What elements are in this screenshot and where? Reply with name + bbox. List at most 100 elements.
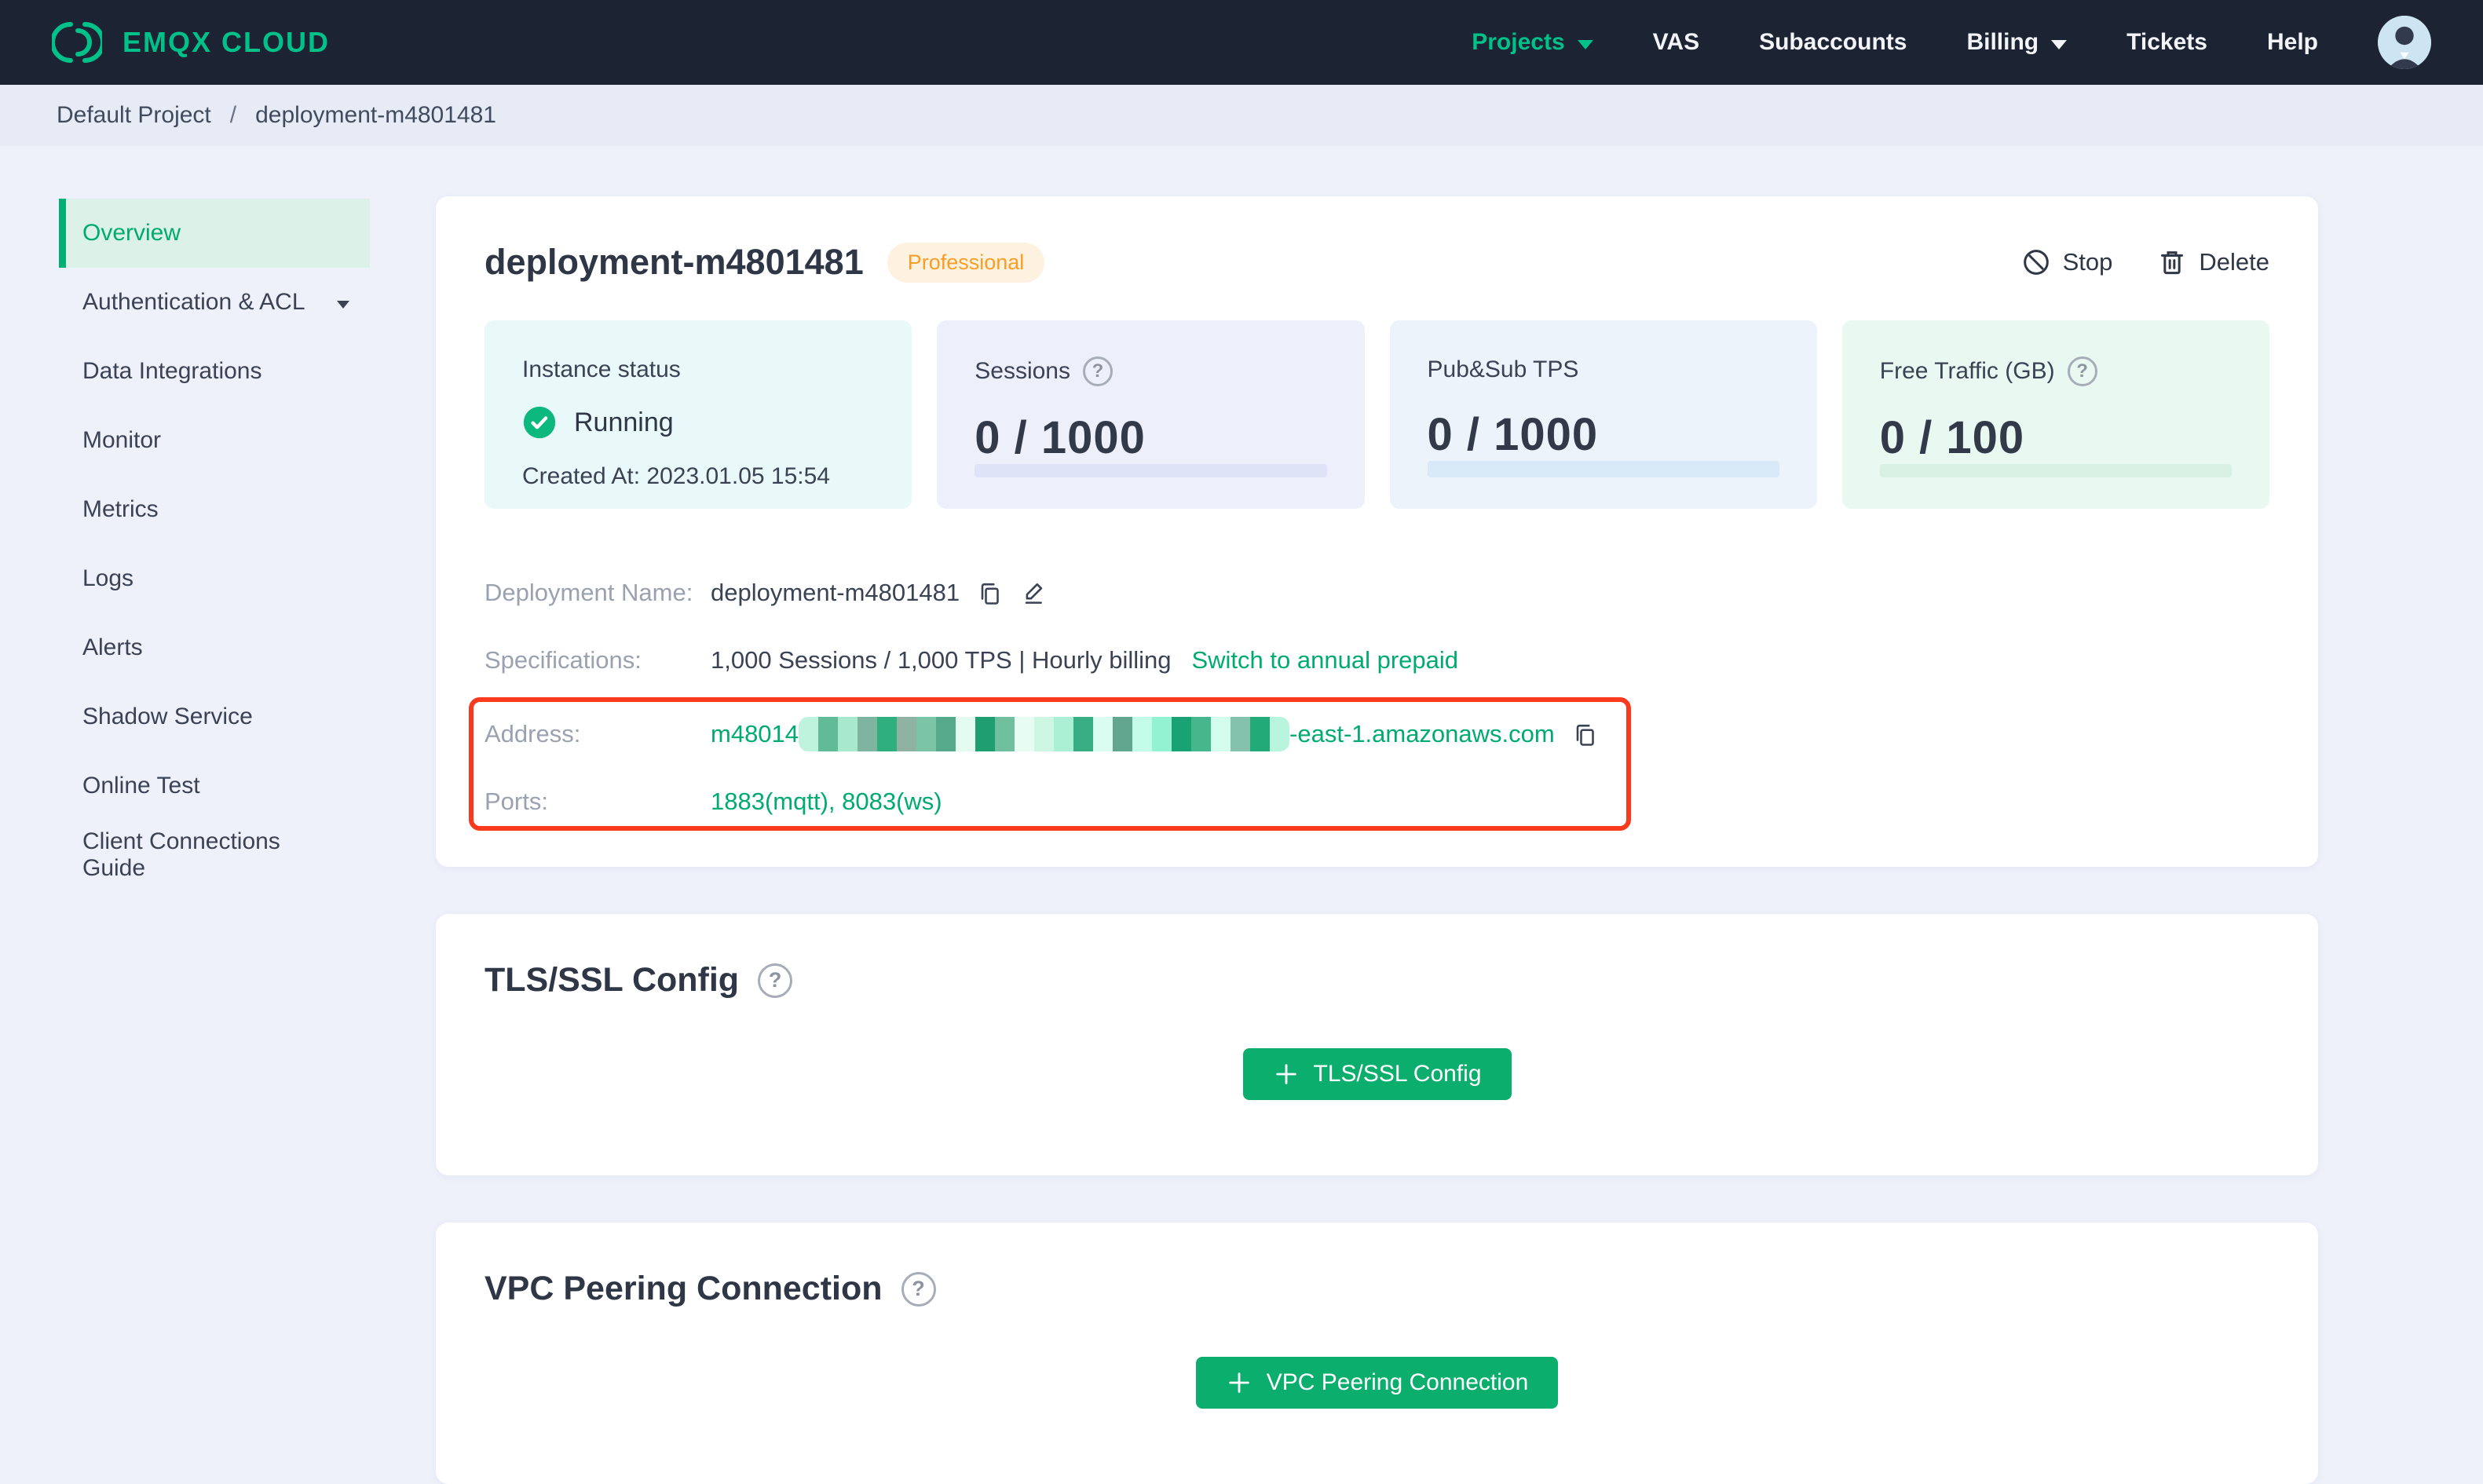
sidebar-item-data-integrations[interactable]: Data Integrations (59, 337, 370, 406)
sessions-progress-bar (975, 464, 1327, 477)
sidebar-item-label: Alerts (82, 634, 143, 660)
sidebar-item-authentication-acl[interactable]: Authentication & ACL (59, 268, 370, 337)
pubsub-tps-value: 0 / 1000 (1427, 409, 1599, 460)
help-icon[interactable]: ? (758, 963, 793, 998)
nav-item-label: Tickets (2126, 29, 2207, 55)
address-label: Address: (485, 720, 581, 747)
emqx-logo-icon (52, 17, 102, 68)
pubsub-tps-progress-bar (1427, 461, 1779, 477)
top-nav: EMQX CLOUD Projects VAS Subaccounts Bill… (0, 0, 2483, 85)
sidebar-item-label: Logs (82, 565, 134, 591)
specifications-value: 1,000 Sessions / 1,000 TPS | Hourly bill… (711, 646, 1172, 674)
nav-item-label: VAS (1652, 29, 1700, 55)
specifications-row: Specifications: 1,000 Sessions / 1,000 T… (485, 627, 2269, 694)
main-content: deployment-m4801481 Professional Stop De… (436, 146, 2483, 1484)
breadcrumb-current: deployment-m4801481 (255, 102, 496, 128)
instance-status-label: Instance status (522, 356, 681, 382)
button-label: TLS/SSL Config (1313, 1061, 1482, 1087)
instance-status-card: Instance status Running Created At: 2023… (485, 320, 912, 509)
deployment-overview-card: deployment-m4801481 Professional Stop De… (436, 196, 2318, 867)
address-row: Address: m48014 -east-1.amazonaws.com (485, 700, 2269, 768)
sidebar-item-label: Shadow Service (82, 704, 253, 729)
sidebar-item-logs[interactable]: Logs (59, 544, 370, 613)
plus-icon (1273, 1061, 1300, 1087)
nav-item-projects[interactable]: Projects (1472, 29, 1593, 56)
pubsub-tps-card: Pub&Sub TPS 0 / 1000 (1389, 320, 1817, 509)
nav-item-label: Help (2266, 29, 2318, 55)
sidebar-item-label: Metrics (82, 496, 159, 522)
sidebar-item-shadow-service[interactable]: Shadow Service (59, 682, 370, 751)
address-suffix: -east-1.amazonaws.com (1289, 720, 1555, 747)
sidebar-item-label: Overview (82, 220, 181, 246)
breadcrumb: Default Project / deployment-m4801481 (0, 85, 2483, 146)
pubsub-tps-label: Pub&Sub TPS (1427, 356, 1579, 382)
switch-annual-prepaid-link[interactable]: Switch to annual prepaid (1191, 646, 1458, 674)
delete-button[interactable]: Delete (2156, 247, 2269, 278)
tls-ssl-heading: TLS/SSL Config (485, 961, 740, 999)
sessions-value: 0 / 1000 (975, 412, 1146, 463)
nav-item-label: Projects (1472, 29, 1565, 55)
copy-icon[interactable] (1571, 720, 1599, 748)
address-prefix: m48014 (711, 720, 799, 747)
trash-icon (2156, 247, 2188, 278)
help-icon[interactable]: ? (2067, 356, 2097, 386)
copy-icon[interactable] (975, 579, 1004, 607)
ports-value: 1883(mqtt), 8083(ws) (711, 788, 942, 815)
chevron-down-icon (337, 301, 349, 309)
deployment-title: deployment-m4801481 (485, 242, 864, 282)
instance-status-value: Running (574, 407, 674, 437)
nav-item-label: Billing (1966, 29, 2039, 55)
edit-icon[interactable] (1019, 579, 1048, 607)
deployment-name-value: deployment-m4801481 (711, 579, 960, 606)
vpc-peering-heading: VPC Peering Connection (485, 1270, 883, 1307)
sidebar-item-label: Online Test (82, 773, 200, 799)
breadcrumb-project[interactable]: Default Project (57, 102, 211, 129)
nav-item-label: Subaccounts (1759, 29, 1907, 55)
chevron-down-icon (2051, 40, 2068, 49)
sidebar-item-alerts[interactable]: Alerts (59, 613, 370, 682)
ports-label: Ports: (485, 788, 548, 815)
sidebar-item-overview[interactable]: Overview (59, 199, 370, 268)
tls-ssl-card: TLS/SSL Config ? TLS/SSL Config (436, 914, 2318, 1175)
stop-icon (2020, 247, 2052, 278)
plan-badge: Professional (887, 242, 1045, 283)
brand-name: EMQX CLOUD (123, 26, 331, 58)
help-icon[interactable]: ? (1082, 356, 1113, 386)
free-traffic-value: 0 / 100 (1879, 412, 2025, 463)
free-traffic-progress-bar (1879, 464, 2232, 477)
delete-label: Delete (2199, 248, 2269, 276)
brand[interactable]: EMQX CLOUD (52, 17, 330, 68)
deployment-name-row: Deployment Name: deployment-m4801481 (485, 559, 2269, 627)
nav-item-tickets[interactable]: Tickets (2126, 29, 2207, 56)
sessions-card: Sessions ? 0 / 1000 (937, 320, 1365, 509)
avatar[interactable] (2378, 16, 2431, 69)
sidebar-item-monitor[interactable]: Monitor (59, 406, 370, 475)
sidebar-item-label: Client Connections Guide (82, 828, 280, 881)
deployment-name-label: Deployment Name: (485, 579, 693, 606)
ports-row: Ports: 1883(mqtt), 8083(ws) (485, 768, 2269, 835)
add-vpc-peering-connection-button[interactable]: VPC Peering Connection (1195, 1357, 1559, 1409)
nav-item-billing[interactable]: Billing (1966, 29, 2068, 56)
plus-icon (1226, 1369, 1252, 1396)
sidebar-item-metrics[interactable]: Metrics (59, 475, 370, 544)
nav-item-subaccounts[interactable]: Subaccounts (1759, 29, 1907, 56)
sidebar-item-client-connections-guide[interactable]: Client Connections Guide (59, 821, 370, 890)
check-circle-icon (522, 405, 557, 440)
stop-button[interactable]: Stop (2020, 247, 2113, 278)
nav-item-vas[interactable]: VAS (1653, 29, 1699, 56)
free-traffic-label: Free Traffic (GB) (1879, 358, 2055, 384)
nav-item-help[interactable]: Help (2267, 29, 2318, 56)
sidebar-item-label: Data Integrations (82, 358, 262, 384)
chevron-down-icon (1577, 40, 1593, 49)
vpc-peering-card: VPC Peering Connection ? VPC Peering Con… (436, 1223, 2318, 1484)
sidebar-item-label: Authentication & ACL (82, 289, 305, 315)
add-tls-ssl-config-button[interactable]: TLS/SSL Config (1242, 1048, 1512, 1100)
sidebar-item-online-test[interactable]: Online Test (59, 751, 370, 821)
help-icon[interactable]: ? (901, 1271, 936, 1307)
stop-label: Stop (2062, 248, 2113, 276)
sidebar: Overview Authentication & ACL Data Integ… (0, 146, 436, 890)
breadcrumb-separator: / (229, 102, 237, 128)
button-label: VPC Peering Connection (1266, 1369, 1529, 1395)
free-traffic-card: Free Traffic (GB) ? 0 / 100 (1841, 320, 2269, 509)
created-at: Created At: 2023.01.05 15:54 (522, 463, 830, 489)
